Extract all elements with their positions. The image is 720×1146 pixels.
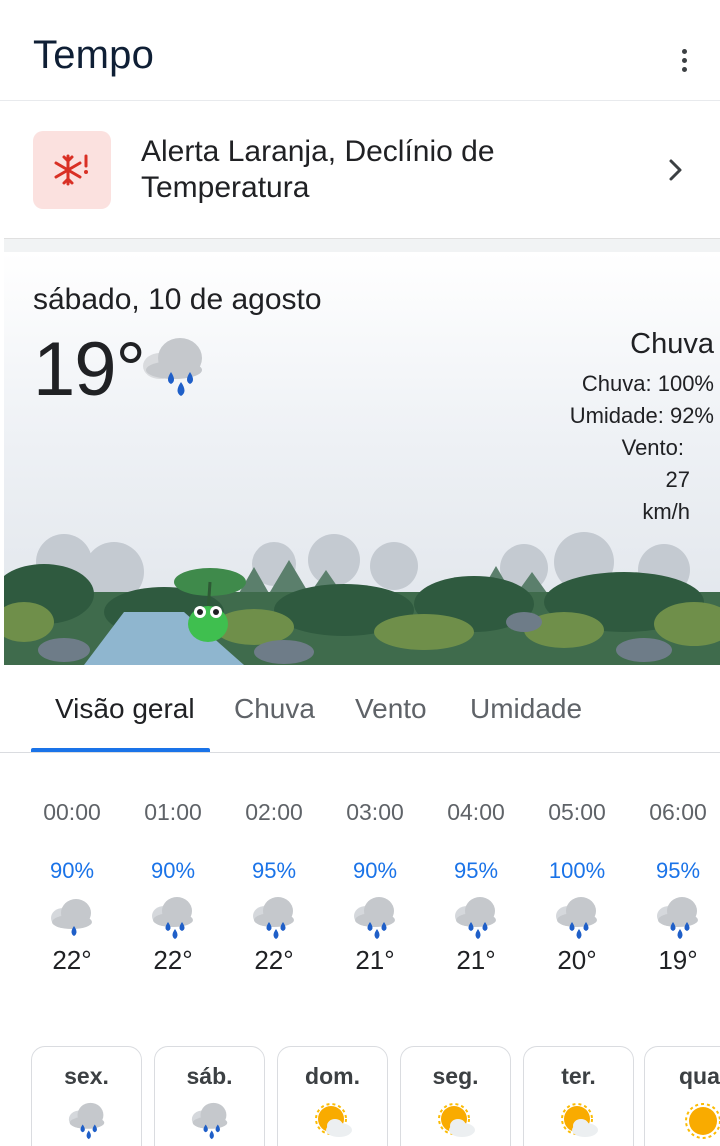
hour-item: 02:00 95% 22°	[224, 790, 324, 978]
day-name: ter.	[561, 1063, 596, 1089]
hour-item: 03:00 90% 21°	[325, 790, 425, 978]
humidity: Umidade: 92%	[569, 403, 714, 428]
day-card[interactable]: sáb.	[154, 1046, 265, 1146]
tab-overview[interactable]: Visão geral	[55, 693, 195, 725]
weather-alert-card[interactable]: Alerta Laranja, Declínio de Temperatura	[0, 101, 720, 239]
hour-time: 01:00	[144, 799, 202, 825]
section-divider	[4, 238, 720, 252]
hour-precip: 95%	[655, 858, 701, 883]
current-details: Chuva Chuva: 100% Umidade: 92% Vento: 27…	[494, 326, 714, 528]
rain-light-icon	[51, 899, 92, 936]
hour-precip: 100%	[548, 858, 606, 883]
partly-cloudy-icon	[314, 1103, 352, 1137]
rain-scene-illustration	[4, 532, 720, 665]
hourly-forecast[interactable]: 00:00 90% 22° 01:00 90% 22° 02:00 95% 22…	[0, 790, 720, 1010]
sun-icon	[685, 1103, 720, 1139]
rain-heavy-icon	[354, 897, 395, 939]
more-vert-icon[interactable]	[668, 44, 700, 76]
hour-item: 06:00 95% 19°	[628, 790, 720, 978]
wind-unit: km/h	[642, 499, 690, 524]
hour-time: 04:00	[447, 799, 505, 825]
daily-forecast[interactable]: sex. sáb. dom. seg. ter. qua	[0, 1046, 720, 1146]
page-title: Tempo	[33, 33, 155, 77]
tab-bar: Visão geral Chuva Vento Umidade	[0, 665, 720, 753]
rain-heavy-icon	[253, 897, 294, 939]
tab-rain[interactable]: Chuva	[234, 693, 315, 725]
day-name: sáb.	[186, 1063, 233, 1089]
tab-wind[interactable]: Vento	[355, 693, 427, 725]
hour-precip: 90%	[352, 858, 398, 883]
day-name: qua	[679, 1063, 720, 1089]
hour-temp: 22°	[254, 945, 294, 975]
hour-temp: 22°	[153, 945, 193, 975]
day-card[interactable]: ter.	[523, 1046, 634, 1146]
current-temperature: 19°	[33, 327, 146, 412]
day-card[interactable]: seg.	[400, 1046, 511, 1146]
hour-item: 04:00 95% 21°	[426, 790, 526, 978]
rain-heavy-icon	[455, 897, 496, 939]
hour-temp: 19°	[658, 945, 698, 975]
day-card[interactable]: sex.	[31, 1046, 142, 1146]
hour-precip: 95%	[453, 858, 499, 883]
wind-value: 27	[665, 467, 690, 492]
hour-item: 05:00 100% 20°	[527, 790, 627, 978]
current-conditions: sábado, 10 de agosto 19° Chuva Chuva: 10…	[4, 252, 720, 665]
rain-heavy-icon	[68, 1102, 104, 1140]
hour-precip: 90%	[150, 858, 196, 883]
day-name: dom.	[305, 1063, 360, 1089]
partly-cloudy-icon	[437, 1103, 475, 1137]
hour-time: 02:00	[245, 799, 303, 825]
hour-item: 00:00 90% 22°	[22, 790, 122, 978]
condition-label: Chuva	[630, 328, 714, 360]
app-header: Tempo	[0, 0, 720, 101]
precip-chance: Chuva: 100%	[581, 371, 714, 396]
rain-heavy-icon	[143, 338, 202, 396]
hour-precip: 95%	[251, 858, 297, 883]
hour-precip: 90%	[49, 858, 95, 883]
rain-heavy-icon	[191, 1102, 227, 1140]
snowflake-alert-icon	[33, 131, 111, 209]
alert-title: Alerta Laranja, Declínio de Temperatura	[141, 135, 495, 204]
hour-time: 05:00	[548, 799, 606, 825]
tab-humidity[interactable]: Umidade	[470, 693, 582, 725]
hour-temp: 22°	[52, 945, 92, 975]
hour-temp: 20°	[557, 945, 597, 975]
hour-temp: 21°	[456, 945, 496, 975]
partly-cloudy-icon	[560, 1103, 598, 1137]
hour-item: 01:00 90% 22°	[123, 790, 223, 978]
day-name: sex.	[64, 1063, 109, 1089]
current-date: sábado, 10 de agosto	[33, 283, 322, 316]
rain-heavy-icon	[152, 897, 193, 939]
day-card[interactable]: qua	[644, 1046, 720, 1146]
hour-time: 00:00	[43, 799, 101, 825]
hour-time: 06:00	[649, 799, 707, 825]
hour-temp: 21°	[355, 945, 395, 975]
active-tab-indicator	[31, 748, 210, 752]
rain-heavy-icon	[556, 897, 597, 939]
hour-time: 03:00	[346, 799, 404, 825]
day-card[interactable]: dom.	[277, 1046, 388, 1146]
rain-heavy-icon	[657, 897, 698, 939]
chevron-right-icon[interactable]	[664, 156, 688, 184]
day-name: seg.	[432, 1063, 479, 1089]
wind-label: Vento:	[621, 435, 684, 460]
